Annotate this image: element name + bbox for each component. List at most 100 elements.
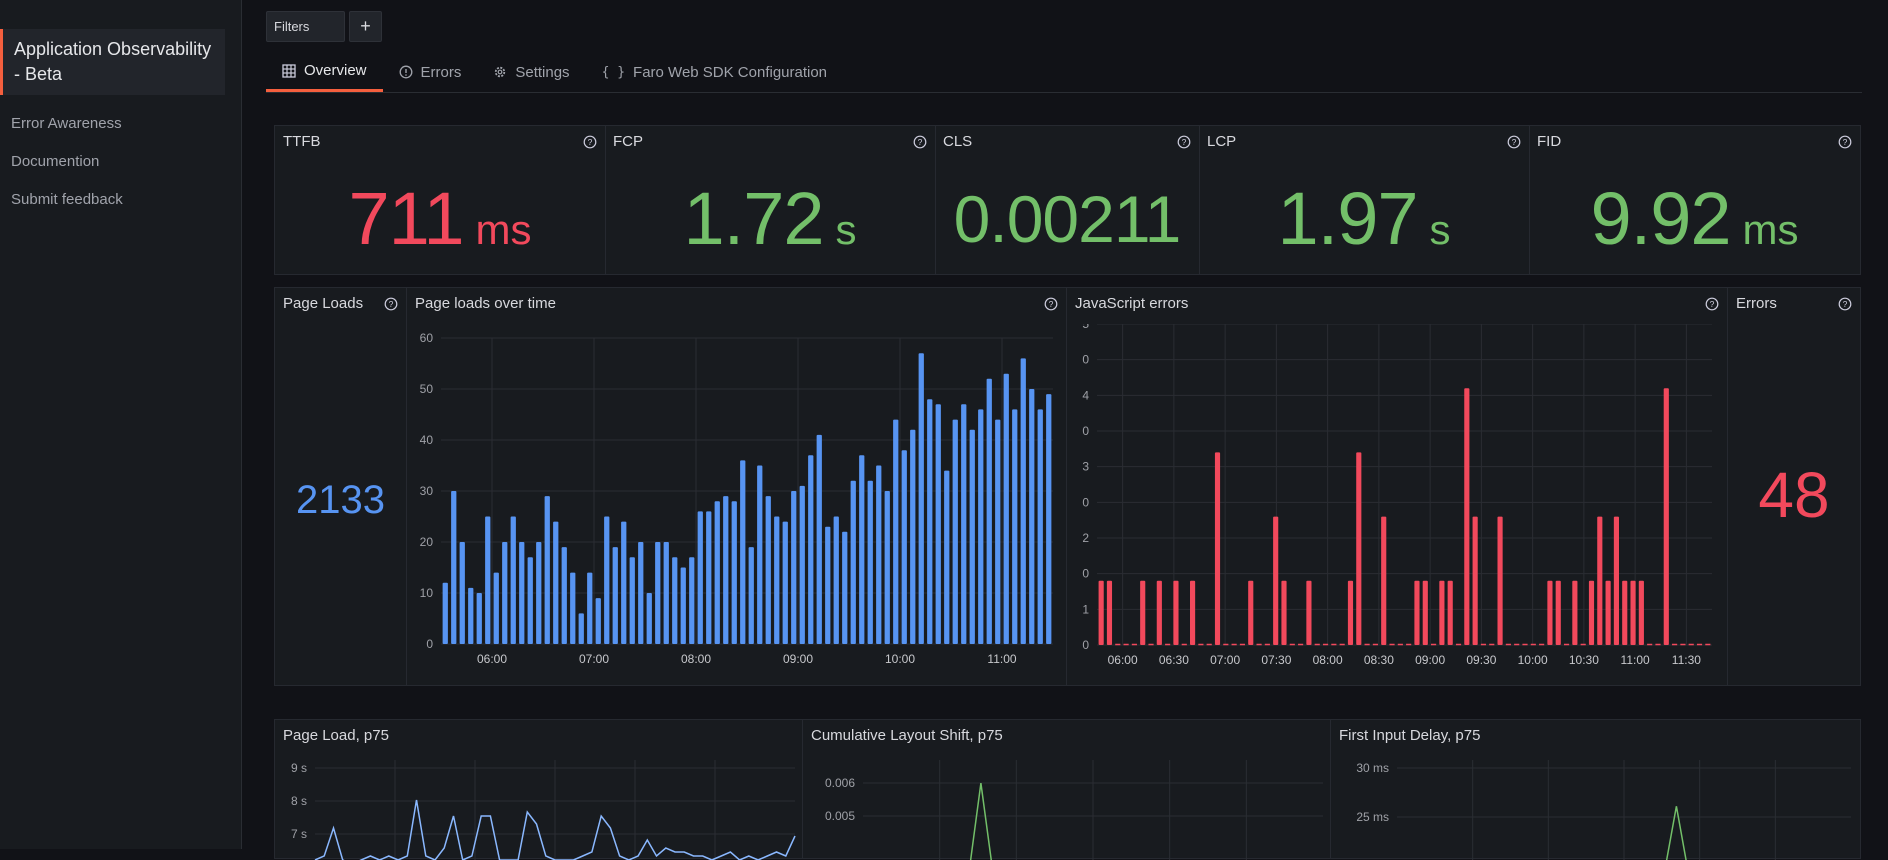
bar — [1572, 580, 1578, 645]
tab-overview[interactable]: Overview — [266, 52, 383, 92]
bar — [1214, 452, 1221, 645]
bar — [544, 496, 550, 644]
bar — [748, 547, 754, 644]
bar — [1464, 388, 1470, 645]
y-tick-label: 0 — [1082, 424, 1089, 438]
y-tick-label: 0.006 — [825, 776, 855, 790]
bar — [442, 582, 448, 644]
add-filter-button[interactable]: + — [349, 11, 382, 42]
bar — [1012, 409, 1018, 644]
stat-value: 1.97 s — [1199, 182, 1529, 267]
stat-number: 9.92 — [1590, 177, 1731, 260]
bar — [629, 557, 635, 644]
sidebar-item-submit-feedback[interactable]: Submit feedback — [0, 181, 241, 219]
help-icon[interactable]: ? — [1507, 135, 1521, 149]
fid-p75-panel: First Input Delay, p75 30 ms 25 ms — [1330, 719, 1861, 860]
x-tick-label: 09:00 — [1415, 653, 1445, 667]
help-icon[interactable]: ? — [384, 297, 398, 311]
bar — [1281, 580, 1287, 645]
sidebar-item-error-awareness[interactable]: Error Awareness — [0, 105, 241, 143]
bar — [765, 496, 771, 644]
stat-unit: s — [835, 206, 857, 253]
stat-number: 1.97 — [1277, 177, 1418, 260]
y-tick-label: 40 — [420, 433, 434, 447]
bar — [1106, 580, 1113, 645]
help-icon[interactable]: ? — [1705, 297, 1719, 311]
stat-fcp: FCP ? 1.72 s — [605, 126, 935, 274]
stat-number: 1.72 — [683, 177, 824, 260]
bar — [1381, 516, 1387, 645]
svg-text:?: ? — [918, 137, 923, 147]
y-tick-label: 4 — [1082, 388, 1089, 402]
sidebar-item-documentation[interactable]: Documention — [0, 143, 241, 181]
y-tick-label: 8 s — [291, 794, 307, 808]
x-tick-label: 10:00 — [1518, 653, 1548, 667]
bar — [1497, 516, 1503, 645]
bar — [689, 557, 695, 644]
tab-settings[interactable]: Settings — [477, 52, 585, 92]
help-icon[interactable]: ? — [583, 135, 597, 149]
bar — [859, 455, 865, 644]
bar — [774, 516, 780, 644]
bar — [536, 542, 542, 644]
bar — [901, 450, 907, 644]
bar — [1156, 580, 1162, 645]
help-icon[interactable]: ? — [1177, 135, 1191, 149]
x-tick-label: 11:00 — [987, 652, 1016, 666]
bar — [468, 587, 474, 644]
bar — [935, 404, 941, 644]
x-tick-label: 11:30 — [1672, 653, 1701, 667]
bar — [459, 542, 465, 644]
sidebar-item-application-observability[interactable]: Application Observability - Beta — [0, 29, 225, 95]
stat-title: FID — [1537, 133, 1562, 150]
bar — [638, 542, 644, 644]
bar — [1663, 388, 1669, 645]
y-tick-label: 0 — [1082, 495, 1089, 509]
filters-button[interactable]: Filters — [266, 11, 345, 42]
bar — [944, 470, 950, 644]
bar — [1447, 580, 1453, 645]
bar — [595, 598, 601, 644]
panel-title: Errors — [1736, 295, 1777, 312]
x-tick-label: 07:00 — [579, 652, 609, 666]
help-icon[interactable]: ? — [1044, 297, 1058, 311]
stat-title: TTFB — [283, 133, 321, 150]
errors-value: 48 — [1758, 459, 1830, 531]
panel-title: First Input Delay, p75 — [1339, 727, 1481, 744]
sidebar: Application Observability - Beta Error A… — [0, 0, 242, 849]
x-tick-label: 06:00 — [477, 652, 507, 666]
page-load-line-chart: 9 s 8 s 7 s — [291, 760, 796, 860]
stat-number: 0.00211 — [953, 182, 1182, 256]
bar — [850, 480, 856, 644]
bar — [1098, 580, 1104, 645]
bar — [1140, 580, 1146, 645]
tab-errors[interactable]: Errors — [383, 52, 478, 92]
help-icon[interactable]: ? — [913, 135, 927, 149]
help-icon[interactable]: ? — [1838, 297, 1852, 311]
bar — [1356, 452, 1362, 645]
stat-unit: ms — [475, 206, 532, 253]
page-loads-value: 2133 — [296, 478, 385, 522]
y-tick-label: 50 — [420, 382, 434, 396]
errors-stat-panel: Errors ? 48 — [1727, 287, 1861, 686]
y-tick-label: 0 — [1082, 638, 1089, 652]
svg-text:?: ? — [1049, 299, 1054, 309]
gear-icon — [495, 66, 506, 78]
bar — [978, 409, 984, 644]
stat-ttfb: TTFB ? 711 ms — [275, 126, 605, 274]
tab-faro-config[interactable]: { } Faro Web SDK Configuration — [586, 52, 843, 92]
stat-value: 1.72 s — [605, 182, 935, 267]
svg-text:?: ? — [1843, 137, 1848, 147]
x-tick-label: 06:30 — [1159, 653, 1189, 667]
y-tick-label: 5 — [1082, 324, 1089, 331]
y-tick-label: 30 ms — [1356, 761, 1389, 775]
svg-text:?: ? — [1512, 137, 1517, 147]
bar — [986, 378, 992, 644]
y-tick-label: 3 — [1082, 460, 1089, 474]
x-tick-label: 06:00 — [1108, 653, 1138, 667]
x-tick-label: 09:00 — [783, 652, 813, 666]
stat-value: 0.00211 — [935, 182, 1199, 256]
bar — [476, 593, 482, 644]
help-icon[interactable]: ? — [1838, 135, 1852, 149]
svg-text:?: ? — [389, 299, 394, 309]
